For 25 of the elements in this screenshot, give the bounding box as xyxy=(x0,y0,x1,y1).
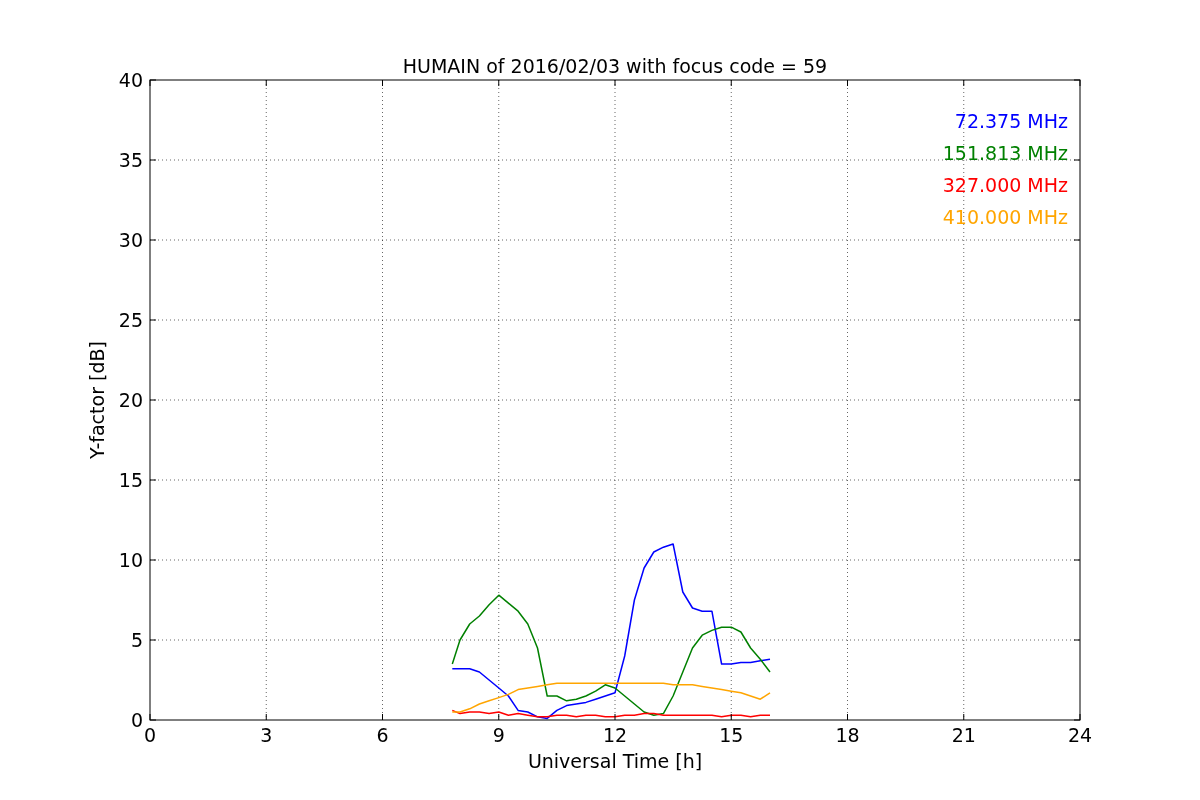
y-tick-label: 25 xyxy=(118,309,143,331)
y-tick-label: 15 xyxy=(118,469,143,491)
x-axis-label: Universal Time [h] xyxy=(527,750,703,772)
x-tick-label: 12 xyxy=(602,724,628,746)
y-tick-label: 35 xyxy=(118,149,143,171)
y-tick-label: 20 xyxy=(118,389,143,411)
x-tick-label: 18 xyxy=(835,724,860,746)
y-tick-label: 10 xyxy=(118,549,143,571)
x-tick-label: 6 xyxy=(376,724,389,746)
y-tick-label: 30 xyxy=(118,229,143,251)
legend-label: 151.813 MHz xyxy=(942,142,1068,164)
x-tick-label: 0 xyxy=(143,724,157,746)
x-tick-label: 24 xyxy=(1067,724,1093,746)
x-tick-label: 15 xyxy=(719,724,744,746)
chart-title: HUMAIN of 2016/02/03 with focus code = 59 xyxy=(402,55,828,77)
x-tick-label: 21 xyxy=(951,724,976,746)
legend-label: 410.000 MHz xyxy=(942,206,1068,228)
y-tick-label: 40 xyxy=(118,69,143,91)
y-tick-label: 5 xyxy=(130,629,143,651)
legend-label: 72.375 MHz xyxy=(954,110,1068,132)
y-axis-label: Y-factor [dB] xyxy=(86,341,108,459)
x-tick-label: 3 xyxy=(260,724,273,746)
x-tick-label: 9 xyxy=(492,724,505,746)
y-tick-label: 0 xyxy=(130,709,143,731)
legend-label: 327.000 MHz xyxy=(942,174,1068,196)
